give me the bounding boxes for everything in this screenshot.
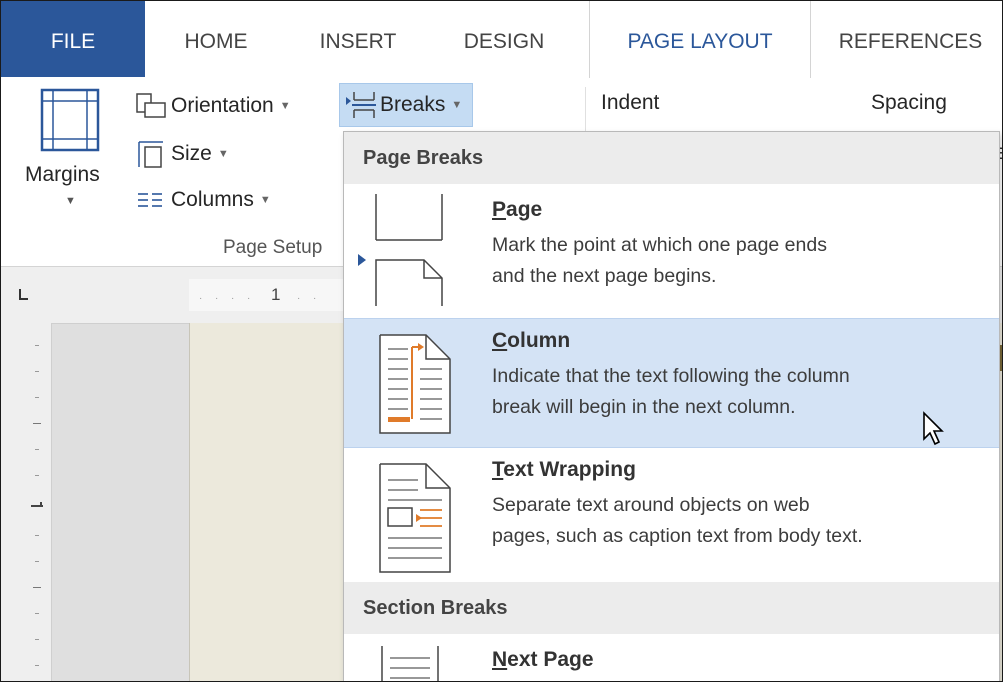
vruler-tick [33,587,41,588]
margins-label: Margins [25,163,100,186]
mouse-cursor-icon [923,411,944,446]
vertical-ruler[interactable] [1,323,52,681]
margins-icon [40,88,100,152]
orientation-dropdown-arrow: ▼ [279,100,291,112]
page-break-title: Page [492,198,543,221]
word-window: FILE HOME INSERT DESIGN PAGE LAYOUT REFE… [0,0,1003,682]
ruler-dot: · [313,293,317,304]
breaks-button[interactable]: Breaks ▼ [339,83,474,127]
vruler-number-1 [31,499,43,513]
ruler-dot: · [199,293,203,304]
vruler-tick [35,613,39,614]
vruler-tick [35,345,39,346]
columns-label: Columns [171,188,254,211]
breaks-label: Breaks [380,93,446,116]
tab-home[interactable]: HOME [145,1,287,77]
column-break-description-2: break will begin in the next column. [492,396,796,418]
column-break-icon [379,334,451,434]
orientation-label: Orientation [171,94,274,117]
breaks-icon [346,92,376,118]
columns-dropdown-arrow: ▼ [259,194,271,206]
next-page-title: Next Page [492,648,594,671]
margins-dropdown-arrow: ▼ [65,195,76,207]
tab-file[interactable]: FILE [1,1,145,77]
ruler-dot: · [247,293,251,304]
indent-label: Indent [601,91,660,114]
tab-insert[interactable]: INSERT [287,1,429,77]
section-breaks-header: Section Breaks [344,582,999,634]
breaks-dropdown-arrow: ▼ [451,99,463,111]
size-dropdown-arrow: ▼ [217,148,229,160]
ruler-number-1: 1 [271,285,281,304]
text-wrapping-description-2: pages, such as caption text from body te… [492,525,863,547]
column-break-title: Column [492,329,571,352]
text-wrapping-description-1: Separate text around objects on web [492,494,810,516]
vruler-tick [35,371,39,372]
ruler-dot: · [297,293,301,304]
margins-button[interactable]: Margins ▼ [11,83,129,233]
tab-references[interactable]: REFERENCES [819,1,1002,77]
vruler-tick [35,535,39,536]
text-wrapping-icon [379,463,451,573]
size-label: Size [171,142,212,165]
menu-item-next-page-break[interactable]: Next Page [344,636,999,681]
ruler-dot: · [231,293,235,304]
tab-page-layout[interactable]: PAGE LAYOUT [589,1,811,78]
columns-icon [138,193,162,207]
page-breaks-header: Page Breaks [344,132,999,184]
spacing-label: Spacing [871,91,947,114]
ruler-dot: · [215,293,219,304]
menu-item-text-wrapping-break[interactable]: Text Wrapping Separate text around objec… [344,448,999,578]
group-label-page-setup: Page Setup [223,237,323,258]
ruler-white-zone [189,279,349,311]
size-icon [138,141,163,168]
vruler-tick [35,639,39,640]
columns-button[interactable]: Columns ▼ [133,185,271,215]
vruler-tick [35,561,39,562]
page-break-description-2: and the next page begins. [492,265,717,287]
vruler-tick [35,449,39,450]
menu-item-column-break[interactable]: Column Indicate that the text following … [344,318,999,448]
size-button[interactable]: Size ▼ [133,139,229,169]
page-break-description-1: Mark the point at which one page ends [492,234,827,256]
vruler-tick [35,397,39,398]
tab-selector-icon[interactable] [17,289,29,301]
vruler-tick [35,475,39,476]
breaks-dropdown-menu: Page Breaks Page Mark the point at which… [343,131,1000,681]
vruler-tick [35,665,39,666]
orientation-button[interactable]: Orientation ▼ [133,91,291,121]
tab-design[interactable]: DESIGN [429,1,579,77]
text-wrapping-title: Text Wrapping [492,458,636,481]
ribbon-tab-bar: FILE HOME INSERT DESIGN PAGE LAYOUT REFE… [1,1,1002,78]
next-page-icon [381,646,439,681]
column-break-description-1: Indicate that the text following the col… [492,365,850,387]
vruler-tick [33,423,41,424]
page-break-icon [358,194,443,306]
menu-item-page-break[interactable]: Page Mark the point at which one page en… [344,188,999,318]
orientation-icon [136,93,166,118]
